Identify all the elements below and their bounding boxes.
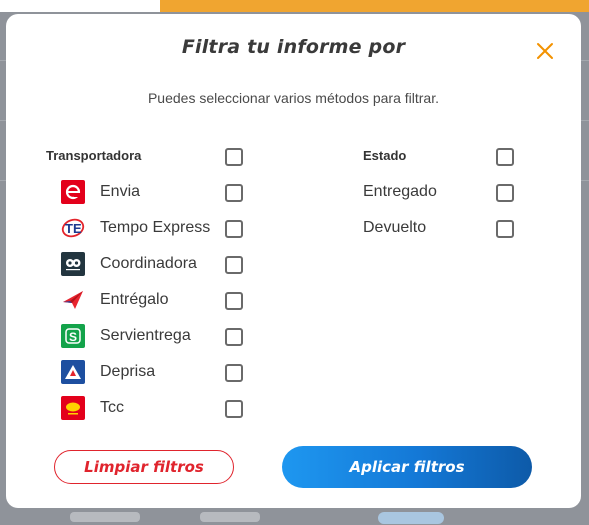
- modal-title: Filtra tu informe por: [181, 36, 406, 58]
- clear-filters-button[interactable]: Limpiar filtros: [54, 450, 234, 484]
- carrier-checkbox-coordinadora[interactable]: [225, 256, 243, 274]
- carrier-checkbox-servientrega[interactable]: [225, 328, 243, 346]
- carrier-label-servientrega: Servientrega: [100, 327, 191, 344]
- carrier-label-coordinadora: Coordinadora: [100, 255, 197, 272]
- carrier-label-tcc: Tcc: [100, 399, 124, 416]
- carrier-label-deprisa: Deprisa: [100, 363, 156, 380]
- modal-subtitle: Puedes seleccionar varios métodos para f…: [147, 90, 440, 106]
- apply-filters-button[interactable]: Aplicar filtros: [282, 446, 532, 488]
- svg-text:S: S: [69, 330, 77, 344]
- status-checkbox-entregado[interactable]: [496, 184, 514, 202]
- filter-modal: Filtra tu informe por Puedes seleccionar…: [6, 14, 581, 508]
- tcc-logo-icon: [61, 396, 85, 420]
- entregalo-logo-icon: [61, 288, 85, 312]
- svg-text:TE: TE: [65, 221, 82, 236]
- carriers-select-all-checkbox[interactable]: [225, 148, 243, 166]
- carrier-checkbox-tempo-express[interactable]: [225, 220, 243, 238]
- status-checkbox-devuelto[interactable]: [496, 220, 514, 238]
- carrier-checkbox-deprisa[interactable]: [225, 364, 243, 382]
- envia-logo-icon: [61, 180, 85, 204]
- close-icon[interactable]: [534, 40, 556, 62]
- background-header-bar: [0, 0, 589, 12]
- status-heading: Estado: [363, 148, 407, 163]
- carrier-checkbox-envia[interactable]: [225, 184, 243, 202]
- status-label-devuelto: Devuelto: [363, 219, 427, 236]
- carrier-label-envia: Envia: [100, 183, 141, 200]
- carrier-label-tempo-express: Tempo Express: [100, 219, 211, 236]
- deprisa-logo-icon: [61, 360, 85, 384]
- carriers-heading: Transportadora: [46, 148, 142, 163]
- carrier-checkbox-tcc[interactable]: [225, 400, 243, 418]
- servientrega-logo-icon: S: [61, 324, 85, 348]
- tempo-express-logo-icon: TE: [61, 216, 85, 240]
- coordinadora-logo-icon: [61, 252, 85, 276]
- status-select-all-checkbox[interactable]: [496, 148, 514, 166]
- carrier-checkbox-entregalo[interactable]: [225, 292, 243, 310]
- carrier-label-entregalo: Entrégalo: [100, 291, 169, 308]
- status-label-entregado: Entregado: [363, 183, 437, 200]
